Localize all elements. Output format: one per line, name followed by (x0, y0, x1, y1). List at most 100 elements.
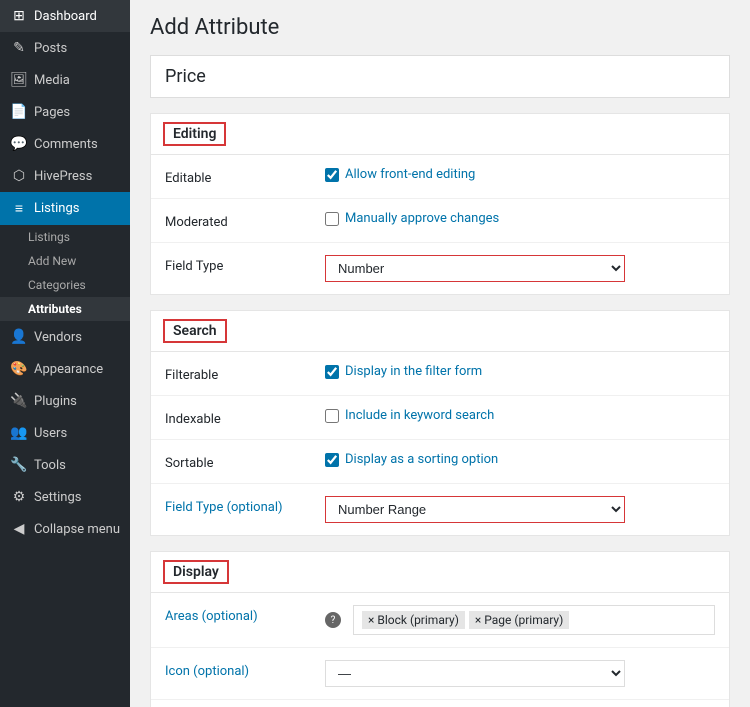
sidebar-label-users: Users (34, 426, 67, 441)
indexable-checkbox[interactable] (325, 409, 339, 423)
search-field-type-row: Field Type (optional) Number Range Text … (151, 484, 729, 535)
sidebar-item-posts[interactable]: ✎ Posts (0, 32, 130, 64)
comments-icon: 💬 (10, 136, 28, 152)
format-field-row: Format (optional) ? $%value% (151, 700, 729, 707)
search-field-type-label: Field Type (optional) (165, 496, 325, 515)
search-field-type-control: Number Range Text Select Checkbox (325, 496, 715, 523)
settings-icon: ⚙ (10, 489, 28, 505)
sidebar-label-hivepress: HivePress (34, 169, 92, 184)
editing-section: Editing Editable Allow front-end editing… (150, 113, 730, 295)
sidebar-item-dashboard[interactable]: ⊞ Dashboard (0, 0, 130, 32)
sidebar-label-vendors: Vendors (34, 330, 82, 345)
editing-field-type-row: Field Type Number Text Textarea Select C… (151, 243, 729, 294)
editing-section-body: Editable Allow front-end editing Moderat… (151, 155, 729, 294)
search-section: Search Filterable Display in the filter … (150, 310, 730, 536)
sidebar-label-tools: Tools (34, 458, 66, 473)
sidebar-label-pages: Pages (34, 105, 70, 120)
icon-control: — (325, 660, 715, 687)
sidebar-label-plugins: Plugins (34, 394, 77, 409)
attribute-name: Price (150, 55, 730, 98)
editing-field-type-control: Number Text Textarea Select Checkbox (325, 255, 715, 282)
sidebar-label-appearance: Appearance (34, 362, 103, 377)
areas-label: Areas (optional) (165, 605, 325, 624)
sidebar-item-comments[interactable]: 💬 Comments (0, 128, 130, 160)
editing-section-title: Editing (163, 122, 226, 146)
icon-field-row: Icon (optional) — (151, 648, 729, 700)
posts-icon: ✎ (10, 40, 28, 56)
search-field-type-select[interactable]: Number Range Text Select Checkbox (325, 496, 625, 523)
sidebar-sub-attributes[interactable]: Attributes (0, 297, 130, 321)
sidebar-sub-listings[interactable]: Listings (0, 225, 130, 249)
editing-field-type-select[interactable]: Number Text Textarea Select Checkbox (325, 255, 625, 282)
sidebar-item-appearance[interactable]: 🎨 Appearance (0, 353, 130, 385)
search-section-title: Search (163, 319, 227, 343)
sortable-label: Sortable (165, 452, 325, 471)
appearance-icon: 🎨 (10, 361, 28, 377)
search-section-body: Filterable Display in the filter form In… (151, 352, 729, 535)
icon-select[interactable]: — (325, 660, 625, 687)
indexable-control: Include in keyword search (325, 408, 715, 423)
moderated-field-row: Moderated Manually approve changes (151, 199, 729, 243)
users-icon: 👥 (10, 425, 28, 441)
sidebar-item-users[interactable]: 👥 Users (0, 417, 130, 449)
sidebar-label-listings: Listings (34, 201, 79, 216)
display-section-body: Areas (optional) ? × Block (primary) × P… (151, 593, 729, 707)
indexable-label: Indexable (165, 408, 325, 427)
sidebar-item-plugins[interactable]: 🔌 Plugins (0, 385, 130, 417)
sidebar: ⊞ Dashboard ✎ Posts 🖼 Media 📄 Pages 💬 Co… (0, 0, 130, 707)
icon-label: Icon (optional) (165, 660, 325, 679)
sidebar-label-collapse: Collapse menu (34, 522, 120, 537)
editable-checkbox[interactable] (325, 168, 339, 182)
indexable-checkbox-label[interactable]: Include in keyword search (345, 408, 494, 423)
filterable-field-row: Filterable Display in the filter form (151, 352, 729, 396)
sidebar-label-posts: Posts (34, 41, 67, 56)
media-icon: 🖼 (10, 72, 28, 88)
sidebar-sub-categories[interactable]: Categories (0, 273, 130, 297)
filterable-label: Filterable (165, 364, 325, 383)
sortable-checkbox[interactable] (325, 453, 339, 467)
moderated-checkbox[interactable] (325, 212, 339, 226)
collapse-icon: ◀ (10, 521, 28, 537)
sidebar-item-tools[interactable]: 🔧 Tools (0, 449, 130, 481)
sidebar-item-media[interactable]: 🖼 Media (0, 64, 130, 96)
filterable-checkbox[interactable] (325, 365, 339, 379)
indexable-checkbox-row: Include in keyword search (325, 408, 715, 423)
page-title: Add Attribute (150, 15, 730, 40)
editing-section-header: Editing (151, 114, 729, 155)
sidebar-item-settings[interactable]: ⚙ Settings (0, 481, 130, 513)
filterable-control: Display in the filter form (325, 364, 715, 379)
moderated-checkbox-label[interactable]: Manually approve changes (345, 211, 499, 226)
indexable-field-row: Indexable Include in keyword search (151, 396, 729, 440)
areas-tags-box[interactable]: × Block (primary) × Page (primary) (353, 605, 715, 635)
sidebar-label-settings: Settings (34, 490, 81, 505)
sidebar-item-listings[interactable]: ≡ Listings (0, 192, 130, 225)
moderated-control: Manually approve changes (325, 211, 715, 226)
display-section-title: Display (163, 560, 229, 584)
sidebar-item-vendors[interactable]: 👤 Vendors (0, 321, 130, 353)
display-section-header: Display (151, 552, 729, 593)
tools-icon: 🔧 (10, 457, 28, 473)
sidebar-label-media: Media (34, 73, 70, 88)
sortable-checkbox-row: Display as a sorting option (325, 452, 715, 467)
filterable-checkbox-label[interactable]: Display in the filter form (345, 364, 482, 379)
moderated-label: Moderated (165, 211, 325, 230)
editable-field-row: Editable Allow front-end editing (151, 155, 729, 199)
plugins-icon: 🔌 (10, 393, 28, 409)
sidebar-item-hivepress[interactable]: ⬡ HivePress (0, 160, 130, 192)
display-section: Display Areas (optional) ? × Block (prim… (150, 551, 730, 707)
tag-page-primary: × Page (primary) (469, 611, 569, 629)
pages-icon: 📄 (10, 104, 28, 120)
editable-control: Allow front-end editing (325, 167, 715, 182)
sortable-checkbox-label[interactable]: Display as a sorting option (345, 452, 498, 467)
listings-icon: ≡ (10, 200, 28, 217)
sortable-control: Display as a sorting option (325, 452, 715, 467)
filterable-checkbox-row: Display in the filter form (325, 364, 715, 379)
editing-field-type-label: Field Type (165, 255, 325, 274)
sidebar-sub-add-new[interactable]: Add New (0, 249, 130, 273)
areas-field-row: Areas (optional) ? × Block (primary) × P… (151, 593, 729, 648)
sidebar-item-collapse[interactable]: ◀ Collapse menu (0, 513, 130, 545)
editable-checkbox-label[interactable]: Allow front-end editing (345, 167, 475, 182)
tag-block-primary: × Block (primary) (362, 611, 465, 629)
areas-help-icon[interactable]: ? (325, 612, 341, 628)
sidebar-item-pages[interactable]: 📄 Pages (0, 96, 130, 128)
